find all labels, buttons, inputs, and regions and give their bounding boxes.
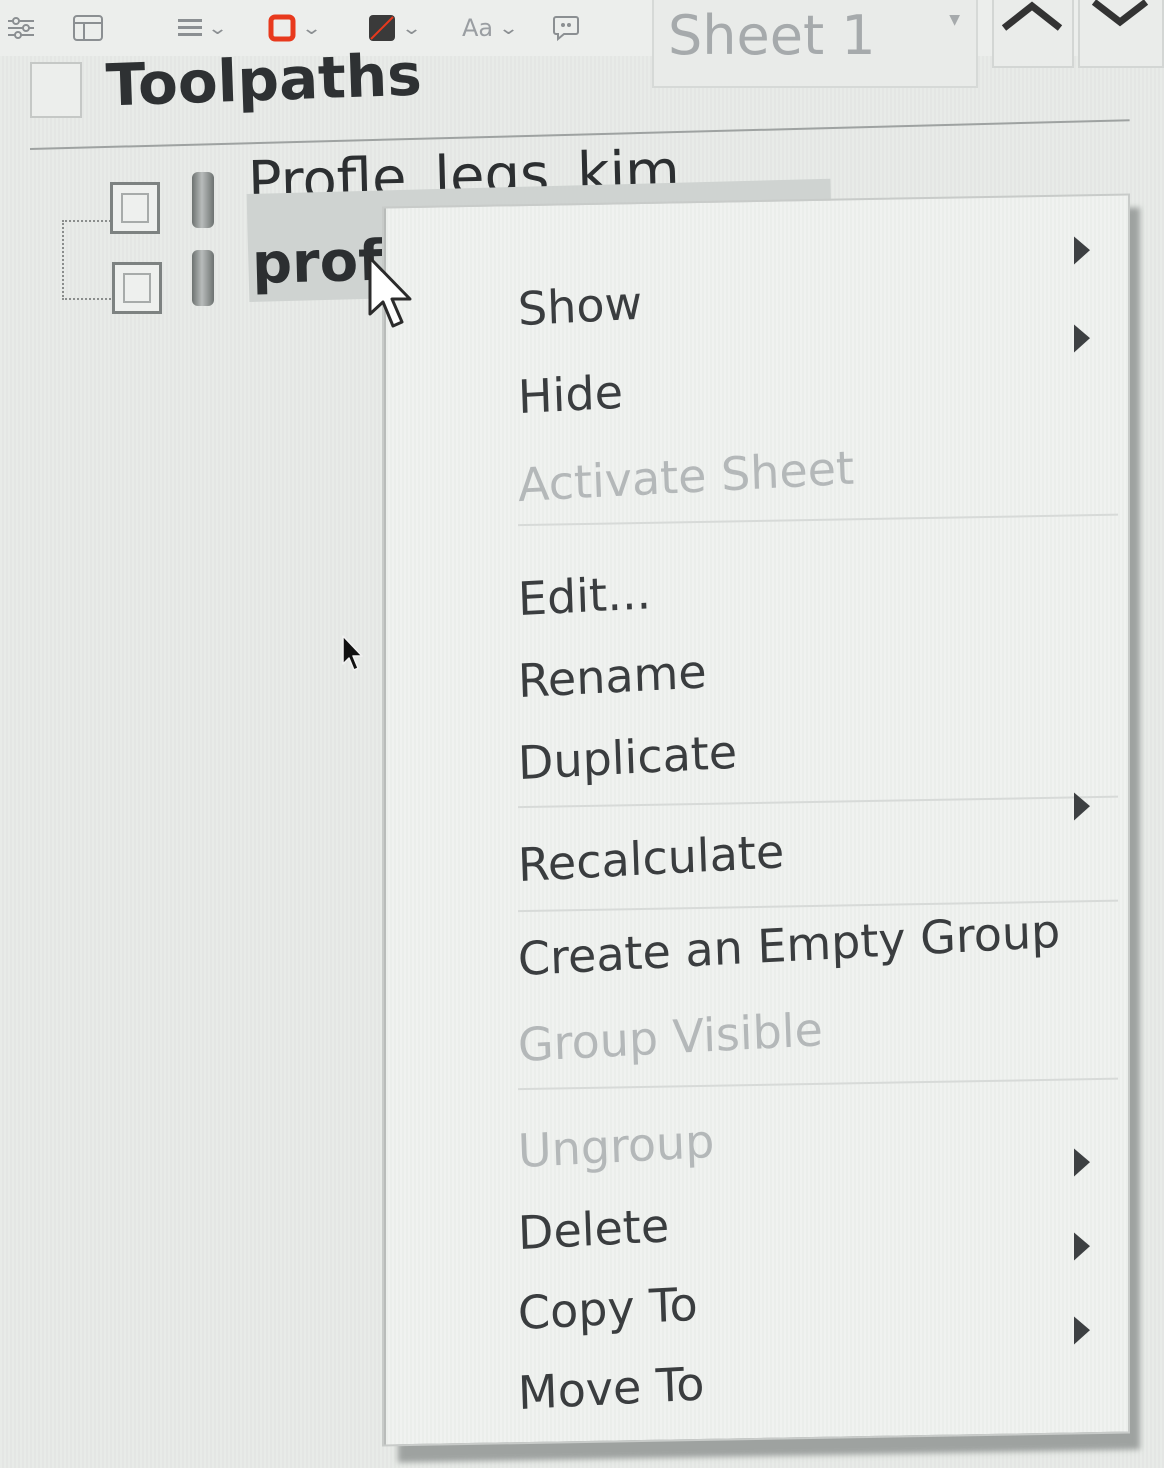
submenu-arrow-icon [1074,792,1090,821]
menu-item-ungroup: Ungroup [517,1113,716,1179]
tree-item-checkbox[interactable] [112,262,162,314]
submenu-arrow-icon [1074,236,1090,265]
sheet-selector-value: Sheet 1 [668,4,876,67]
align-icon [178,19,202,36]
tree-item-checkbox[interactable] [110,182,160,234]
toolpath-icon [192,172,214,228]
submenu-arrow-icon [1074,1148,1090,1177]
sliders-icon[interactable] [6,10,36,46]
menu-separator [518,513,1118,527]
submenu-arrow-icon [1074,1316,1090,1345]
submenu-arrow-icon [1074,1232,1090,1261]
dropdown-arrow-icon: ▼ [949,12,960,28]
chevron-down-icon: ⌄ [300,17,323,39]
menu-item-create-empty-group[interactable]: Create an Empty Group [517,904,1061,986]
comment-icon[interactable] [552,10,580,46]
align-dropdown[interactable]: ⌄ [178,10,229,46]
mouse-pointer-icon [368,256,412,328]
text-style-icon: Aa [462,14,494,42]
submenu-arrow-icon [1074,324,1090,353]
next-sheet-button[interactable] [1078,0,1164,68]
menu-separator [518,795,1118,809]
application-window: ⌄ ⌄ ⌄ Aa ⌄ Sheet 1 ▼ Toolpaths Profle_le… [0,0,1164,1468]
context-menu: Show Hide Activate Sheet Edit... Rename … [382,193,1130,1447]
chevron-down-icon [1091,0,1149,27]
menu-item-activate-sheet: Activate Sheet [517,440,855,513]
menu-item-copy-to[interactable]: Copy To [517,1277,699,1340]
menu-item-delete[interactable]: Delete [517,1198,670,1260]
menu-item-recalculate[interactable]: Recalculate [517,824,785,892]
menu-item-move-to[interactable]: Move To [517,1356,705,1420]
fill-color-icon [369,15,395,41]
toolbar: ⌄ ⌄ ⌄ Aa ⌄ [0,0,1164,56]
menu-item-edit[interactable]: Edit... [517,565,652,626]
menu-separator [518,1077,1118,1091]
toolpaths-root-checkbox[interactable] [30,62,82,118]
stroke-color-icon [268,14,296,42]
mouse-pointer-icon [342,635,363,671]
menu-item-rename[interactable]: Rename [517,644,707,708]
menu-item-group-visible: Group Visible [517,1002,824,1073]
sheet-selector[interactable]: Sheet 1 ▼ [652,0,978,88]
menu-gutter [384,208,386,1445]
menu-item-show[interactable]: Show [517,276,643,336]
chevron-down-icon: ⌄ [206,17,229,39]
chevron-up-icon [1001,1,1063,31]
toolpath-icon [192,250,214,306]
chevron-down-icon: ⌄ [498,17,520,39]
menu-item-hide[interactable]: Hide [517,365,624,424]
stroke-color-dropdown[interactable]: ⌄ [268,10,323,46]
previous-sheet-button[interactable] [992,0,1074,68]
chevron-down-icon: ⌄ [400,17,423,39]
menu-item-duplicate[interactable]: Duplicate [517,725,738,790]
tree-connector [62,220,114,300]
toolpaths-root-label: Toolpaths [104,40,423,120]
layout-icon[interactable] [72,10,104,46]
text-style-dropdown[interactable]: Aa ⌄ [462,10,520,46]
